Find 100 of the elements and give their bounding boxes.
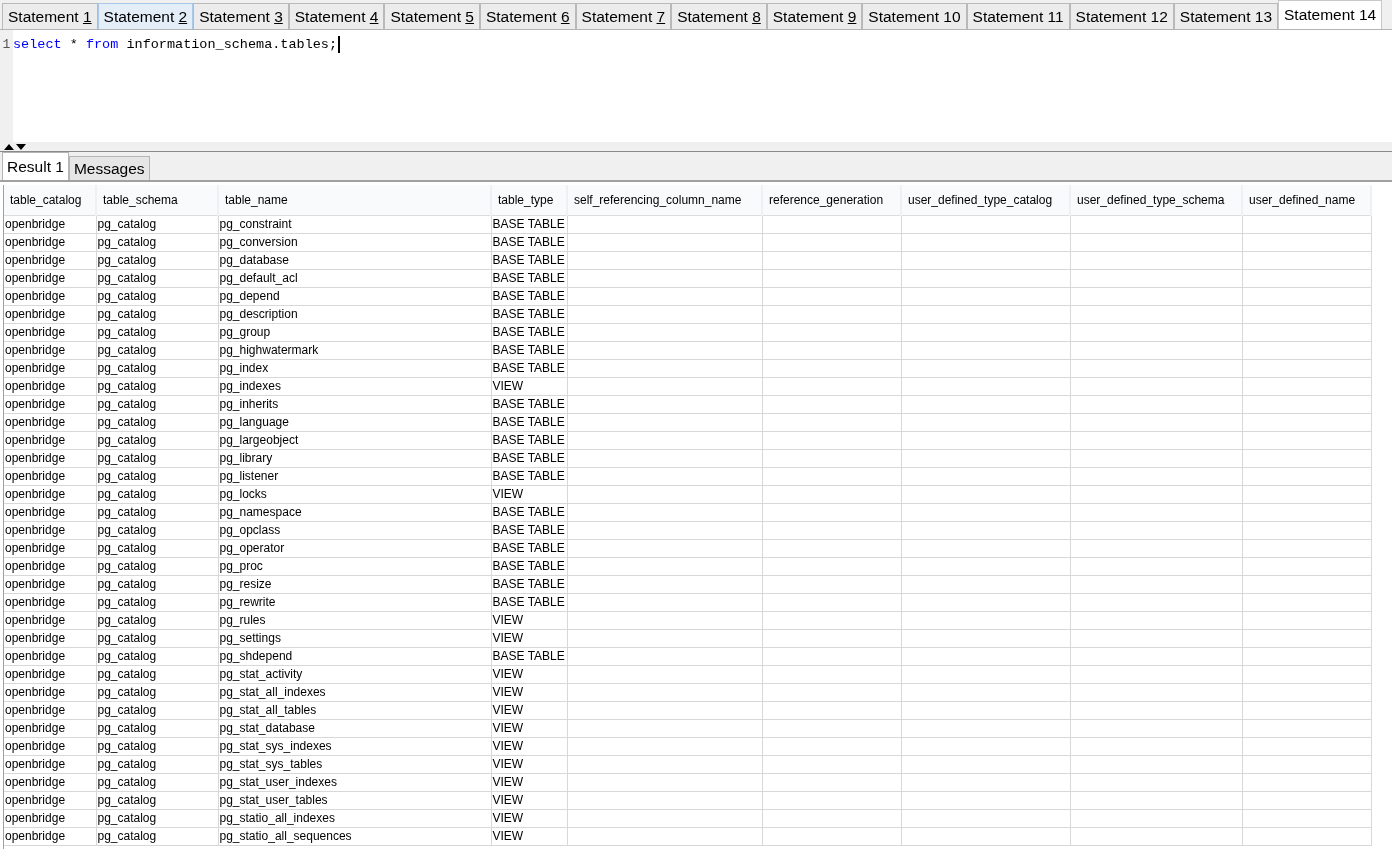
table-cell: BASE TABLE bbox=[491, 305, 567, 323]
table-cell: pg_catalog bbox=[96, 359, 218, 377]
table-cell: pg_catalog bbox=[96, 539, 218, 557]
table-cell: openbridge bbox=[4, 251, 96, 269]
table-cell: openbridge bbox=[4, 719, 96, 737]
table-cell: pg_group bbox=[218, 323, 491, 341]
column-header[interactable]: user_defined_type_catalog bbox=[901, 185, 1070, 215]
table-cell: openbridge bbox=[4, 377, 96, 395]
table-cell: pg_largeobject bbox=[218, 431, 491, 449]
table-cell: BASE TABLE bbox=[491, 557, 567, 575]
table-cell: openbridge bbox=[4, 341, 96, 359]
table-cell: pg_resize bbox=[218, 575, 491, 593]
text-cursor bbox=[338, 35, 340, 53]
table-cell: openbridge bbox=[4, 305, 96, 323]
table-cell: pg_catalog bbox=[96, 395, 218, 413]
table-cell: openbridge bbox=[4, 557, 96, 575]
table-cell: openbridge bbox=[4, 647, 96, 665]
statement-tab[interactable]: Statement 2 bbox=[97, 3, 194, 29]
statement-tab[interactable]: Statement 14 bbox=[1278, 0, 1383, 29]
table-cell: pg_operator bbox=[218, 539, 491, 557]
table-cell: pg_catalog bbox=[96, 611, 218, 629]
column-header[interactable]: table_name bbox=[218, 185, 491, 215]
table-cell: openbridge bbox=[4, 521, 96, 539]
table-cell: openbridge bbox=[4, 431, 96, 449]
splitter-arrows-icon[interactable] bbox=[3, 143, 27, 151]
statement-tab[interactable]: Statement 1 bbox=[2, 3, 98, 29]
table-cell: VIEW bbox=[491, 629, 567, 647]
table-cell: openbridge bbox=[4, 539, 96, 557]
statement-tab[interactable]: Statement 8 bbox=[671, 3, 767, 29]
table-cell: pg_catalog bbox=[96, 647, 218, 665]
table-cell: openbridge bbox=[4, 395, 96, 413]
result-tab[interactable]: Messages bbox=[68, 156, 150, 180]
column-header[interactable]: table_type bbox=[491, 185, 567, 215]
table-cell: BASE TABLE bbox=[491, 395, 567, 413]
statement-tab[interactable]: Statement 11 bbox=[966, 3, 1070, 29]
table-cell: pg_catalog bbox=[96, 827, 218, 845]
table-cell: openbridge bbox=[4, 323, 96, 341]
table-cell: pg_catalog bbox=[96, 377, 218, 395]
table-cell: BASE TABLE bbox=[491, 521, 567, 539]
table-cell: pg_catalog bbox=[96, 341, 218, 359]
table-cell: openbridge bbox=[4, 287, 96, 305]
table-cell: BASE TABLE bbox=[491, 503, 567, 521]
column-header[interactable]: self_referencing_column_name bbox=[567, 185, 762, 215]
table-cell: BASE TABLE bbox=[491, 251, 567, 269]
table-cell: VIEW bbox=[491, 791, 567, 809]
table-cell: VIEW bbox=[491, 773, 567, 791]
table-cell: openbridge bbox=[4, 485, 96, 503]
table-cell: pg_locks bbox=[218, 485, 491, 503]
table-cell: pg_catalog bbox=[96, 413, 218, 431]
table-cell: pg_description bbox=[218, 305, 491, 323]
table-cell: pg_statio_all_indexes bbox=[218, 809, 491, 827]
table-cell: openbridge bbox=[4, 773, 96, 791]
statement-tab[interactable]: Statement 5 bbox=[384, 3, 480, 29]
table-cell: pg_catalog bbox=[96, 737, 218, 755]
table-cell: VIEW bbox=[491, 755, 567, 773]
table-cell: BASE TABLE bbox=[491, 269, 567, 287]
table-cell: VIEW bbox=[491, 809, 567, 827]
table-cell: openbridge bbox=[4, 215, 96, 233]
table-cell: pg_rules bbox=[218, 611, 491, 629]
table-cell: pg_database bbox=[218, 251, 491, 269]
statement-tab[interactable]: Statement 13 bbox=[1173, 3, 1278, 29]
table-cell: openbridge bbox=[4, 629, 96, 647]
table-cell: pg_catalog bbox=[96, 701, 218, 719]
table-cell: pg_catalog bbox=[96, 287, 218, 305]
table-cell: BASE TABLE bbox=[491, 431, 567, 449]
table-cell: VIEW bbox=[491, 701, 567, 719]
statement-tab[interactable]: Statement 3 bbox=[193, 3, 289, 29]
result-tab[interactable]: Result 1 bbox=[2, 152, 69, 180]
statement-tab[interactable]: Statement 12 bbox=[1069, 3, 1174, 29]
column-header[interactable]: user_defined_name bbox=[1242, 185, 1371, 215]
table-cell: openbridge bbox=[4, 611, 96, 629]
table-cell: pg_catalog bbox=[96, 485, 218, 503]
table-cell: pg_catalog bbox=[96, 593, 218, 611]
column-header[interactable]: table_schema bbox=[96, 185, 218, 215]
statement-tab[interactable]: Statement 10 bbox=[862, 3, 967, 29]
statement-tab[interactable]: Statement 6 bbox=[479, 3, 576, 29]
table-cell: pg_catalog bbox=[96, 467, 218, 485]
table-cell: pg_settings bbox=[218, 629, 491, 647]
table-cell: pg_catalog bbox=[96, 629, 218, 647]
table-cell: VIEW bbox=[491, 683, 567, 701]
table-cell: pg_catalog bbox=[96, 683, 218, 701]
table-cell: openbridge bbox=[4, 737, 96, 755]
table-cell: pg_catalog bbox=[96, 233, 218, 251]
table-cell: pg_inherits bbox=[218, 395, 491, 413]
table-cell: VIEW bbox=[491, 665, 567, 683]
statement-tab[interactable]: Statement 4 bbox=[288, 3, 385, 29]
column-header[interactable]: user_defined_type_schema bbox=[1070, 185, 1242, 215]
table-cell: pg_rewrite bbox=[218, 593, 491, 611]
table-cell: pg_shdepend bbox=[218, 647, 491, 665]
column-header[interactable]: table_catalog bbox=[4, 185, 96, 215]
table-cell: openbridge bbox=[4, 701, 96, 719]
table-cell: pg_index bbox=[218, 359, 491, 377]
table-cell: pg_catalog bbox=[96, 503, 218, 521]
table-cell: pg_catalog bbox=[96, 251, 218, 269]
table-cell: BASE TABLE bbox=[491, 593, 567, 611]
statement-tab[interactable]: Statement 7 bbox=[575, 3, 672, 29]
statement-tab[interactable]: Statement 9 bbox=[766, 3, 863, 29]
table-cell: pg_stat_all_indexes bbox=[218, 683, 491, 701]
column-header[interactable]: reference_generation bbox=[762, 185, 901, 215]
table-cell: pg_stat_user_tables bbox=[218, 791, 491, 809]
